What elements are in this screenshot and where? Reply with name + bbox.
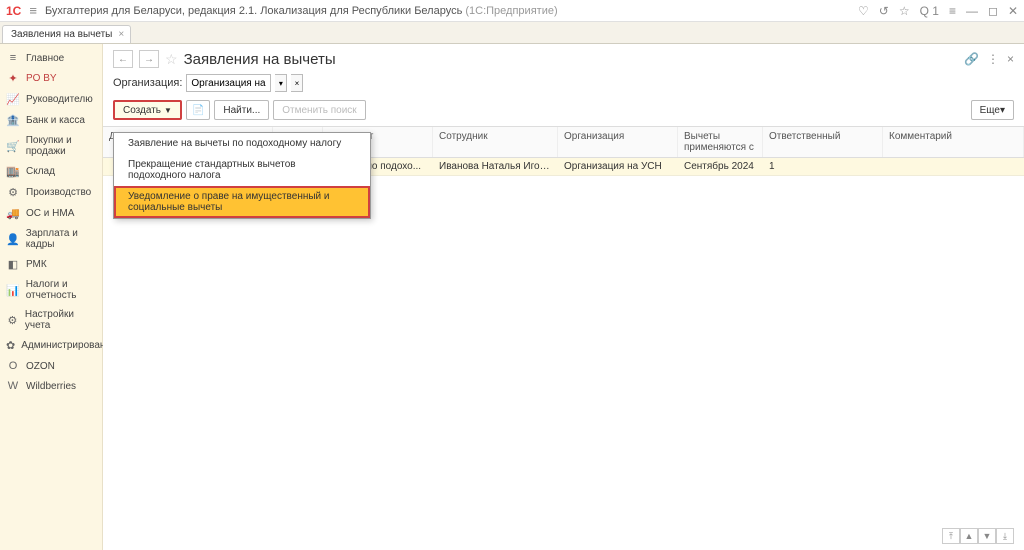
org-clear-button[interactable]: ×: [291, 74, 303, 92]
sidebar-label: Зарплата и кадры: [26, 228, 96, 250]
sidebar-label: PO BY: [26, 73, 57, 84]
sidebar-icon: 🏬: [6, 165, 20, 178]
bell-icon[interactable]: ♡: [858, 4, 869, 18]
th-org[interactable]: Организация: [558, 127, 678, 157]
panel-close-icon[interactable]: ×: [1007, 52, 1014, 66]
sidebar-item-1[interactable]: ✦ PO BY: [0, 68, 102, 89]
sidebar-label: ОС и НМА: [26, 208, 74, 219]
kebab-icon[interactable]: ⋮: [987, 52, 999, 66]
sidebar-label: Настройки учета: [25, 309, 96, 331]
settings-icon[interactable]: ≡: [949, 4, 956, 18]
sidebar-label: Производство: [26, 187, 91, 198]
sidebar-item-11[interactable]: ⚙ Настройки учета: [0, 305, 102, 335]
dropdown-item-0[interactable]: Заявление на вычеты по подоходному налог…: [114, 133, 370, 154]
sidebar-item-10[interactable]: 📊 Налоги и отчетность: [0, 275, 102, 305]
favorite-icon[interactable]: ☆: [165, 51, 178, 68]
sidebar-item-2[interactable]: 📈 Руководителю: [0, 89, 102, 110]
sidebar-label: Главное: [26, 53, 64, 64]
nav-forward-button[interactable]: →: [139, 50, 159, 68]
sidebar-icon: 👤: [6, 233, 20, 246]
page-title: Заявления на вычеты: [184, 51, 336, 68]
sidebar-icon: ✿: [6, 339, 15, 352]
list-nav: ⤒ ▲ ▼ ⤓: [942, 528, 1014, 544]
sidebar-item-7[interactable]: 🚚 ОС и НМА: [0, 203, 102, 224]
search-icon[interactable]: Q 1: [920, 4, 939, 18]
sidebar-item-3[interactable]: 🏦 Банк и касса: [0, 110, 102, 131]
tab-label: Заявления на вычеты: [11, 29, 112, 40]
titlebar-actions: ♡ ↺ ☆ Q 1 ≡ — ◻ ✕: [858, 4, 1018, 18]
sidebar-item-12[interactable]: ✿Администрирование: [0, 335, 102, 356]
sidebar-icon: ⚙: [6, 186, 20, 199]
sidebar-label: Wildberries: [26, 381, 76, 392]
star-icon[interactable]: ☆: [899, 4, 910, 18]
sidebar-item-13[interactable]: О OZON: [0, 356, 102, 376]
sidebar-icon: 🛒: [6, 140, 20, 153]
sidebar-label: Налоги и отчетность: [26, 279, 96, 301]
sidebar-icon: ≡: [6, 52, 20, 64]
sidebar-label: Покупки и продажи: [26, 135, 96, 157]
find-button[interactable]: Найти...: [214, 100, 269, 120]
sidebar-icon: ✦: [6, 72, 20, 85]
link-icon[interactable]: 🔗: [964, 52, 979, 66]
list-last-button[interactable]: ⤓: [996, 528, 1014, 544]
sidebar-icon: 📈: [6, 93, 20, 106]
maximize-icon[interactable]: ◻: [988, 4, 998, 18]
sidebar-label: Руководителю: [26, 94, 93, 105]
titlebar: 1С ≡ Бухгалтерия для Беларуси, редакция …: [0, 0, 1024, 22]
th-employee[interactable]: Сотрудник: [433, 127, 558, 157]
list-up-button[interactable]: ▲: [960, 528, 978, 544]
sidebar: ≡ Главное ✦ PO BY 📈 Руководителю 🏦 Банк и касса…: [0, 44, 103, 550]
th-comment[interactable]: Комментарий: [883, 127, 1024, 157]
sidebar-item-6[interactable]: ⚙ Производство: [0, 182, 102, 203]
cancel-search-button[interactable]: Отменить поиск: [273, 100, 365, 120]
sidebar-label: РМК: [26, 259, 47, 270]
tab-close-icon[interactable]: ×: [118, 29, 124, 40]
org-filter-input[interactable]: [186, 74, 271, 92]
sidebar-icon: 📊: [6, 284, 20, 297]
sidebar-label: OZON: [26, 361, 55, 372]
sidebar-item-9[interactable]: ◧ РМК: [0, 254, 102, 275]
nav-back-button[interactable]: ←: [113, 50, 133, 68]
sidebar-item-8[interactable]: 👤 Зарплата и кадры: [0, 224, 102, 254]
sidebar-icon: 🏦: [6, 114, 20, 127]
content-area: ← → ☆ Заявления на вычеты 🔗 ⋮ × Организа…: [103, 44, 1024, 550]
minimize-icon[interactable]: —: [966, 4, 978, 18]
window-title: Бухгалтерия для Беларуси, редакция 2.1. …: [45, 5, 858, 17]
sidebar-icon: ◧: [6, 258, 20, 271]
sidebar-icon: 🚚: [6, 207, 20, 220]
tabbar: Заявления на вычеты ×: [0, 22, 1024, 44]
sidebar-item-14[interactable]: W Wildberries: [0, 376, 102, 396]
list-first-button[interactable]: ⤒: [942, 528, 960, 544]
create-dropdown: Заявление на вычеты по подоходному налог…: [113, 132, 371, 219]
sidebar-item-0[interactable]: ≡ Главное: [0, 48, 102, 68]
filter-label: Организация:: [113, 77, 182, 89]
th-responsible[interactable]: Ответственный: [763, 127, 883, 157]
menu-icon[interactable]: ≡: [29, 3, 37, 18]
th-applied[interactable]: Вычеты применяются с: [678, 127, 763, 157]
sidebar-label: Банк и касса: [26, 115, 85, 126]
sidebar-icon: W: [6, 380, 20, 392]
close-icon[interactable]: ✕: [1008, 4, 1018, 18]
tab-deductions[interactable]: Заявления на вычеты ×: [2, 25, 131, 43]
sidebar-item-5[interactable]: 🏬 Склад: [0, 161, 102, 182]
sidebar-item-4[interactable]: 🛒 Покупки и продажи: [0, 131, 102, 161]
create-button[interactable]: Создать▼: [113, 100, 182, 120]
app-logo: 1С: [6, 4, 21, 18]
org-select-button[interactable]: ▾: [275, 74, 287, 92]
copy-button[interactable]: 📄: [186, 100, 210, 120]
history-icon[interactable]: ↺: [879, 4, 889, 18]
dropdown-item-2[interactable]: Уведомление о праве на имущественный и с…: [114, 186, 370, 218]
more-button[interactable]: Еще ▾: [971, 100, 1014, 120]
dropdown-item-1[interactable]: Прекращение стандартных вычетов подоходн…: [114, 154, 370, 186]
list-down-button[interactable]: ▼: [978, 528, 996, 544]
sidebar-icon: О: [6, 360, 20, 372]
sidebar-label: Склад: [26, 166, 55, 177]
sidebar-icon: ⚙: [6, 314, 19, 327]
